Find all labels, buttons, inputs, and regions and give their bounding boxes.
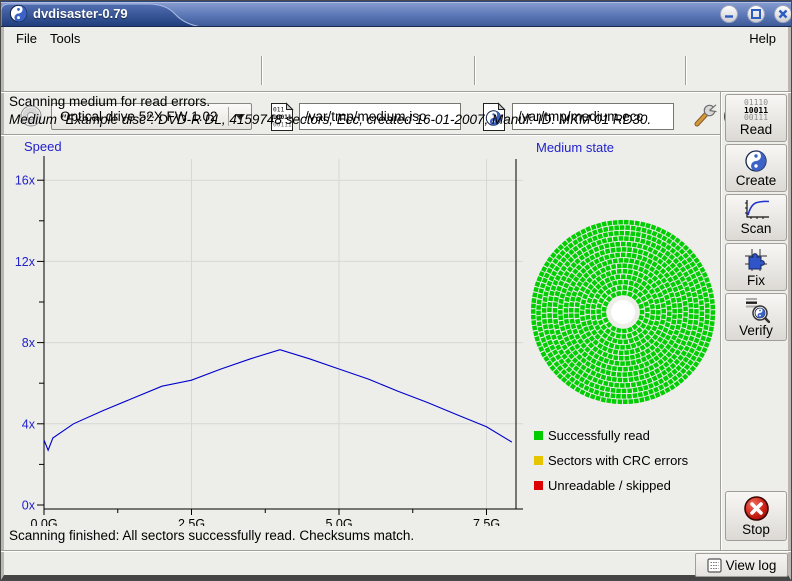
verify-button[interactable]: Verify bbox=[725, 293, 787, 341]
legend-item: Successfully read bbox=[534, 428, 650, 442]
view-log-button[interactable]: View log bbox=[695, 553, 788, 577]
create-button-label: Create bbox=[736, 173, 777, 188]
minimize-button[interactable] bbox=[720, 5, 738, 23]
toolbar-separator bbox=[685, 56, 687, 85]
read-icon: 01110 10011 00111 bbox=[744, 99, 768, 122]
svg-text:16x: 16x bbox=[15, 174, 36, 188]
close-icon bbox=[777, 8, 789, 20]
verify-button-label: Verify bbox=[739, 323, 773, 338]
separator bbox=[720, 92, 722, 550]
minimize-icon bbox=[723, 8, 735, 20]
svg-text:8x: 8x bbox=[22, 336, 36, 350]
create-button[interactable]: Create bbox=[725, 144, 787, 192]
medium-info: Medium "Example disc": DVD-R DL, 4159748… bbox=[9, 112, 651, 127]
verify-magnifier-icon bbox=[742, 297, 770, 323]
maximize-icon bbox=[750, 8, 762, 20]
separator bbox=[1, 550, 791, 552]
legend-label: Sectors with CRC errors bbox=[548, 453, 688, 468]
legend-swatch-green bbox=[534, 431, 543, 440]
action-title: Scanning medium for read errors. bbox=[9, 94, 210, 109]
log-list-icon bbox=[707, 558, 722, 573]
view-log-label: View log bbox=[726, 558, 777, 573]
menu-tools[interactable]: Tools bbox=[46, 30, 84, 47]
toolbar: Optical drive 52X FW 1.02 011 10011 0011… bbox=[4, 48, 788, 91]
close-button[interactable] bbox=[774, 5, 792, 23]
svg-text:0.0G: 0.0G bbox=[30, 517, 57, 526]
svg-text:5.0G: 5.0G bbox=[325, 517, 352, 526]
legend-label: Unreadable / skipped bbox=[548, 478, 671, 493]
legend-swatch-yellow bbox=[534, 456, 543, 465]
preferences-wrench-icon[interactable] bbox=[691, 103, 718, 130]
read-button-label: Read bbox=[740, 122, 772, 137]
svg-text:7.5G: 7.5G bbox=[473, 517, 500, 526]
stop-button-label: Stop bbox=[742, 522, 770, 537]
toolbar-separator bbox=[474, 56, 476, 85]
window-title: dvdisaster-0.79 bbox=[33, 6, 128, 21]
legend-swatch-red bbox=[534, 481, 543, 490]
legend-item: Sectors with CRC errors bbox=[534, 453, 688, 467]
fix-button-label: Fix bbox=[747, 273, 765, 288]
svg-text:4x: 4x bbox=[22, 417, 36, 431]
create-yinyang-icon bbox=[744, 149, 768, 173]
scan-visualization: 0x 4x 8x 12x 16x 0.0G 2.5G 5.0G 7.5G bbox=[1, 137, 720, 526]
fix-puzzle-icon bbox=[743, 247, 769, 273]
scan-button-label: Scan bbox=[741, 221, 772, 236]
separator bbox=[1, 91, 791, 93]
legend-label: Successfully read bbox=[548, 428, 650, 443]
maximize-button[interactable] bbox=[747, 5, 765, 23]
svg-text:12x: 12x bbox=[15, 255, 36, 269]
scan-chart-icon bbox=[742, 199, 770, 221]
svg-text:0x: 0x bbox=[22, 499, 36, 513]
fix-button[interactable]: Fix bbox=[725, 243, 787, 291]
read-button[interactable]: 01110 10011 00111 Read bbox=[725, 94, 787, 142]
menu-file[interactable]: File bbox=[12, 30, 41, 47]
stop-icon bbox=[743, 495, 770, 522]
menubar: File Tools Help bbox=[4, 27, 788, 48]
svg-text:2.5G: 2.5G bbox=[178, 517, 205, 526]
scan-button[interactable]: Scan bbox=[725, 194, 787, 241]
separator bbox=[1, 134, 720, 136]
titlebar[interactable]: dvdisaster-0.79 bbox=[1, 1, 792, 27]
legend-item: Unreadable / skipped bbox=[534, 478, 671, 492]
app-icon bbox=[9, 4, 28, 23]
stop-button[interactable]: Stop bbox=[725, 491, 787, 541]
menu-help[interactable]: Help bbox=[745, 30, 780, 47]
medium-state-title: Medium state bbox=[536, 140, 614, 155]
footer-status: Scanning finished: All sectors successfu… bbox=[9, 528, 414, 543]
toolbar-separator bbox=[261, 56, 263, 85]
speed-chart-title: Speed bbox=[24, 139, 62, 154]
dvdisaster-window: dvdisaster-0.79 File Tools Help Optical … bbox=[0, 0, 792, 581]
